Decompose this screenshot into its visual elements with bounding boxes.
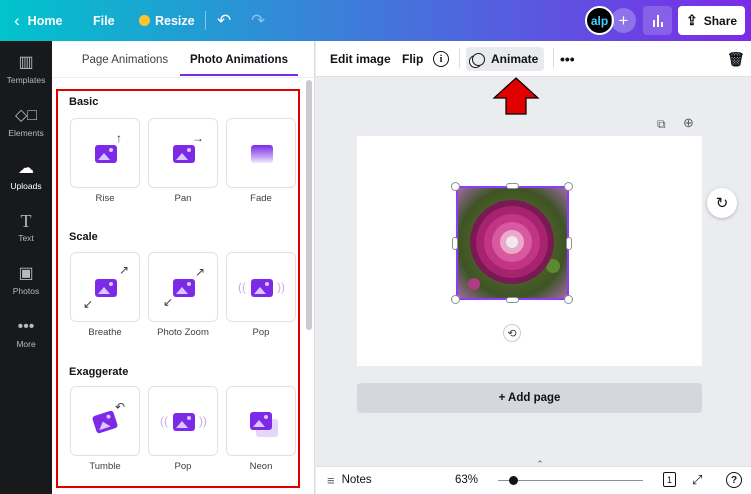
rail-item-photos[interactable]: ▣ Photos <box>0 254 52 306</box>
topbar-divider <box>205 11 206 30</box>
zoom-label: 63% <box>455 474 479 486</box>
add-page-label: + Add page <box>498 392 561 404</box>
notes-icon: ≡ <box>327 472 335 488</box>
panel-scrollbar[interactable] <box>306 80 312 330</box>
chevron-left-icon: ‹ <box>14 10 20 30</box>
more-horizontal-icon: ••• <box>560 51 575 67</box>
home-button[interactable]: ‹ Home <box>14 0 62 41</box>
insights-button[interactable] <box>643 6 672 35</box>
annotation-highlight-box <box>56 89 300 488</box>
resize-handle-left[interactable] <box>452 237 458 250</box>
resize-handle-bottom-left[interactable] <box>451 295 460 304</box>
add-page-button[interactable]: + Add page <box>357 383 702 413</box>
file-label: File <box>93 13 115 28</box>
resize-handle-top-right[interactable] <box>564 182 573 191</box>
file-menu-button[interactable]: File <box>93 0 115 41</box>
toolbar-divider <box>553 48 554 68</box>
undo-icon: ↶ <box>217 10 232 30</box>
photos-icon: ▣ <box>18 264 34 282</box>
resize-handle-top[interactable] <box>506 183 519 189</box>
toolbar-divider <box>459 48 460 68</box>
animate-label: Animate <box>491 52 539 66</box>
flip-button[interactable]: Flip <box>402 41 423 77</box>
refresh-assistant-icon[interactable]: ↻ <box>707 188 737 218</box>
active-tab-indicator <box>180 74 298 76</box>
tab-label: Page Animations <box>81 54 169 66</box>
chevron-up-icon[interactable]: ⌃ <box>531 459 549 469</box>
rail-label: More <box>16 338 36 349</box>
tab-label: Photo Animations <box>190 54 288 66</box>
undo-button[interactable]: ↶ <box>217 0 231 41</box>
page-count-button[interactable]: 1 <box>663 472 676 487</box>
rail-label: Elements <box>8 127 44 138</box>
zoom-slider-track[interactable] <box>498 480 643 481</box>
more-options-button[interactable]: ••• <box>560 41 575 77</box>
rail-label: Uploads <box>10 180 42 191</box>
zoom-slider-thumb[interactable] <box>509 476 518 485</box>
share-upload-icon: ⇪ <box>685 12 698 28</box>
animate-button-content[interactable]: Animate <box>472 41 538 77</box>
home-label: Home <box>27 13 63 28</box>
delete-button[interactable]: 🗑 <box>727 41 745 77</box>
resize-handle-bottom[interactable] <box>506 297 519 303</box>
more-icon: ••• <box>17 317 35 335</box>
add-page-icon[interactable]: ⊕ <box>683 115 694 131</box>
share-label: Share <box>703 13 738 28</box>
rotate-handle-icon[interactable]: ⟲ <box>503 324 521 342</box>
info-icon[interactable]: i <box>433 51 449 67</box>
rail-label: Templates <box>6 74 46 85</box>
tab-page-animations[interactable]: Page Animations <box>72 41 178 79</box>
plus-icon: + <box>618 10 629 30</box>
resize-button[interactable]: Resize <box>139 0 195 41</box>
page-count: 1 <box>666 474 672 485</box>
uploads-icon: ☁ <box>18 159 34 177</box>
resize-handle-right[interactable] <box>566 237 572 250</box>
rail-item-more[interactable]: ••• More <box>0 307 52 359</box>
resize-handle-top-left[interactable] <box>451 182 460 191</box>
chart-icon <box>652 15 663 27</box>
edit-image-button[interactable]: Edit image <box>330 41 391 77</box>
flip-label: Flip <box>402 52 424 66</box>
zoom-percentage[interactable]: 63% <box>455 466 478 494</box>
resize-label: Resize <box>155 13 195 28</box>
notes-button[interactable]: ≡ Notes <box>327 466 372 494</box>
avatar[interactable]: alp <box>585 6 614 35</box>
resize-handle-bottom-right[interactable] <box>564 295 573 304</box>
trash-icon: 🗑 <box>727 50 745 67</box>
edit-image-label: Edit image <box>330 52 391 66</box>
rail-label: Text <box>18 232 34 243</box>
rail-item-templates[interactable]: ▥ Templates <box>0 43 52 95</box>
dahlia-photo[interactable] <box>456 186 569 300</box>
rail-item-elements[interactable]: ◇□ Elements <box>0 96 52 148</box>
redo-icon: ↷ <box>251 10 266 30</box>
rail-label: Photos <box>12 285 40 296</box>
help-button[interactable]: ? <box>726 472 742 488</box>
redo-button[interactable]: ↷ <box>251 0 265 41</box>
duplicate-page-icon[interactable]: ⧉ <box>657 117 666 132</box>
share-button[interactable]: ⇪ Share <box>678 6 745 35</box>
rail-item-uploads[interactable]: ☁ Uploads <box>0 149 52 201</box>
templates-icon: ▥ <box>18 53 34 71</box>
text-icon: T <box>20 210 32 231</box>
avatar-text: alp <box>590 13 609 28</box>
add-collaborator-button[interactable]: + <box>611 8 636 33</box>
tab-divider <box>52 77 315 78</box>
notes-label: Notes <box>341 474 372 486</box>
help-label: ? <box>730 474 738 486</box>
animate-icon <box>472 52 485 66</box>
elements-icon: ◇□ <box>15 106 37 124</box>
dahlia-image <box>458 188 567 298</box>
rail-item-text[interactable]: T Text <box>0 201 52 253</box>
crown-icon <box>139 15 150 26</box>
fullscreen-icon[interactable]: ⤢ <box>692 472 702 488</box>
annotation-arrow <box>492 77 540 115</box>
